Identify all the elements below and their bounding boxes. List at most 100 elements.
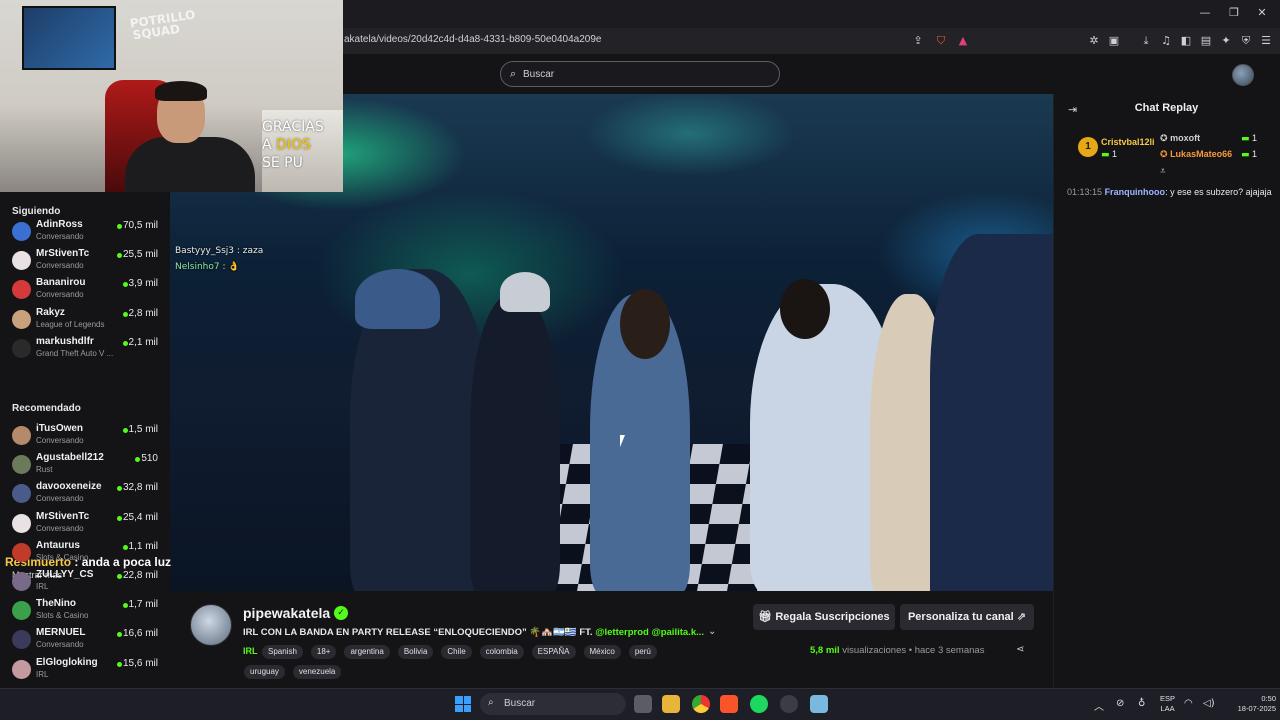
sidebar-channel-row[interactable]: TheNino Slots & Casino 1,7 mil — [0, 595, 170, 624]
brave-rewards-icon[interactable]: ▲ — [955, 34, 971, 47]
user-avatar[interactable] — [1232, 64, 1254, 86]
sidebar-channel-row[interactable]: ZULLYY_CS IRL 22,8 mil — [0, 566, 170, 595]
channel-name: TheNino — [36, 598, 76, 610]
viewer-count: 1,7 mil — [128, 599, 158, 611]
live-dot-icon — [122, 544, 128, 550]
sidebar-channel-row[interactable]: Rakyz League of Legends 2,8 mil — [0, 304, 170, 333]
badge-icon: ✪ — [1160, 150, 1168, 160]
sidebar-channel-row[interactable]: davooxeneize Conversando 32,8 mil — [0, 478, 170, 507]
wifi-icon[interactable]: ◠ — [1184, 698, 1193, 709]
gift-icon: 🎁︎ — [758, 610, 773, 623]
channel-name: ElGlogloking — [36, 656, 98, 668]
brave-shield-icon[interactable]: ⛉ — [933, 34, 949, 48]
brave-icon[interactable] — [720, 695, 738, 713]
sidebar-channel-row[interactable]: Antaurus Slots & Casino 1,1 mil — [0, 537, 170, 566]
vpn-icon[interactable]: ⛨ — [1238, 34, 1254, 48]
chat-panel — [1053, 94, 1280, 688]
network-icon[interactable]: ⊘ — [1116, 698, 1124, 709]
screenshot-icon[interactable]: ▣ — [1106, 34, 1122, 47]
windows-start-icon[interactable] — [455, 696, 471, 712]
tag-chip[interactable]: perú — [628, 645, 657, 659]
customize-channel-button[interactable]: Personaliza tu canal ⇗ — [900, 604, 1034, 630]
media-icon[interactable]: ♫ — [1158, 34, 1174, 47]
viewer-count: 1,5 mil — [128, 424, 158, 435]
search-box[interactable]: ⌕ — [500, 61, 780, 87]
sidebar-toggle-icon[interactable]: ◧ — [1178, 34, 1194, 47]
live-dot-icon — [116, 224, 122, 229]
channel-avatar — [12, 251, 31, 271]
tray-overflow-icon[interactable]: ︿ — [1094, 698, 1104, 713]
tag-chip[interactable]: venezuela — [292, 665, 342, 679]
sidebar-channel-row[interactable]: Bananirou Conversando 3,9 mil — [0, 274, 170, 303]
tag-chip[interactable]: México — [583, 645, 621, 659]
chat-message: 01:13:15 Franquinhooo: y ese es subzero?… — [1067, 187, 1272, 197]
close-icon[interactable]: ✕ — [1252, 6, 1272, 19]
sidebar-channel-row[interactable]: ElGlogloking IRL 15,6 mil — [0, 654, 170, 683]
top-gifter-name[interactable]: Cristvbal12li — [1101, 137, 1155, 147]
channel-name: markushdlfr — [36, 335, 94, 347]
microphone-icon[interactable]: ♁ — [1138, 698, 1145, 709]
extensions-icon[interactable]: ✲ — [1086, 34, 1102, 47]
sidebar-channel-row[interactable]: markushdlfr Grand Theft Auto V ... 2,1 mil — [0, 333, 170, 362]
gifter-name[interactable]: ✪ LukasMateo66 — [1160, 149, 1232, 160]
tag-chip[interactable]: Chile — [441, 645, 472, 659]
live-dot-icon — [116, 661, 122, 667]
webcam-person-body — [125, 137, 255, 192]
notepad-icon[interactable] — [810, 695, 828, 713]
sidebar-channel-row[interactable]: iTusOwen Conversando 1,5 mil — [0, 420, 170, 449]
video-figure — [930, 234, 1053, 591]
volume-icon[interactable]: ◁) — [1203, 698, 1215, 709]
gifter-count: ▬ 1 — [1241, 149, 1258, 160]
live-dot-icon — [122, 340, 128, 346]
sidebar-channel-row[interactable]: AdinRoss Conversando 70,5 mil — [0, 216, 170, 245]
search-icon: ⌕ — [510, 67, 517, 80]
language-indicator[interactable]: ESP LAA — [1160, 694, 1175, 714]
sidebar-channel-row[interactable]: MERNUEL Conversando 16,6 mil — [0, 624, 170, 653]
spotify-icon[interactable] — [750, 695, 768, 713]
sidebar-channel-row[interactable]: MrStivenTc Conversando 25,5 mil — [0, 245, 170, 274]
restore-icon[interactable]: ❐ — [1224, 6, 1244, 19]
channel-name[interactable]: pipewakatela — [243, 605, 330, 621]
channel-avatar[interactable] — [190, 604, 232, 646]
sidebar-channel-row[interactable]: MrStivenTc Conversando 25,4 mil — [0, 508, 170, 537]
share-page-icon[interactable]: ⇪ — [910, 34, 926, 47]
wallet-icon[interactable]: ▤ — [1198, 34, 1214, 47]
tag-chip[interactable]: Spanish — [262, 645, 303, 659]
clock[interactable]: 0:50 18-07-2025 — [1222, 694, 1276, 714]
search-input[interactable] — [523, 66, 763, 82]
tag-chip[interactable]: 18+ — [310, 645, 337, 659]
steam-icon[interactable] — [780, 695, 798, 713]
address-bar-url[interactable]: akatela/videos/20d42c4d-d4a8-4331-b809-5… — [344, 34, 601, 45]
webcam-person — [125, 81, 255, 192]
chrome-icon[interactable] — [692, 695, 710, 713]
leo-ai-icon[interactable]: ✦ — [1218, 34, 1234, 47]
expand-gifters-icon[interactable]: ⩡ — [1160, 166, 1166, 177]
minimize-icon[interactable]: — — [1195, 6, 1215, 19]
live-dot-icon — [135, 457, 141, 463]
channel-category: Grand Theft Auto V ... — [36, 348, 114, 358]
category-link[interactable]: IRL — [243, 646, 258, 656]
tag-chip[interactable]: ESPAÑA — [531, 645, 576, 659]
channel-category: Conversando — [36, 436, 84, 445]
taskbar-search[interactable]: ⌕ Buscar — [480, 693, 626, 715]
share-icon[interactable]: ⋖ — [1016, 644, 1024, 655]
tag-chip[interactable]: Bolivia — [397, 645, 434, 659]
menu-icon[interactable]: ☰ — [1258, 34, 1274, 47]
task-view-icon[interactable] — [634, 695, 652, 713]
file-explorer-icon[interactable] — [662, 695, 680, 713]
channel-name: AdinRoss — [36, 219, 83, 230]
channel-avatar — [12, 572, 31, 591]
viewer-count: 15,6 mil — [122, 657, 158, 669]
channel-category: Conversando — [36, 290, 84, 300]
video-figure-cap — [355, 269, 440, 329]
gift-subs-button[interactable]: 🎁︎ Regala Suscripciones — [753, 604, 895, 630]
channel-name: ZULLYY_CS — [36, 569, 94, 580]
gifter-name[interactable]: ✪ moxoft — [1160, 133, 1200, 144]
tag-chip[interactable]: argentina — [344, 645, 390, 659]
tag-chip[interactable]: uruguay — [244, 665, 285, 679]
chevron-down-icon[interactable]: ⌄ — [708, 626, 716, 637]
tag-chip[interactable]: colombia — [479, 645, 524, 659]
download-icon[interactable]: ⤓ — [1138, 34, 1154, 48]
sidebar-channel-row[interactable]: Agustabell212 Rust 510 — [0, 449, 170, 478]
video-figure-hair — [620, 289, 670, 359]
